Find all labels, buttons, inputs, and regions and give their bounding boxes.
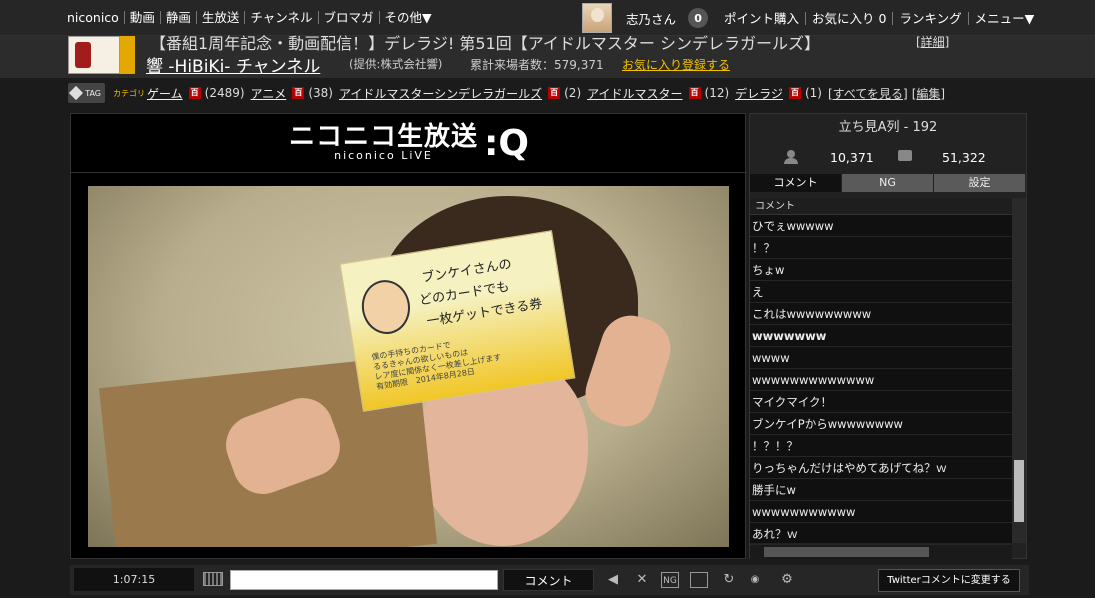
- comment-row[interactable]: りっちゃんだけはやめてあげてね？ｗ: [750, 457, 1012, 479]
- avatar[interactable]: [582, 3, 612, 33]
- card-portrait: [358, 276, 414, 338]
- comment-row[interactable]: あれ？ｗ: [750, 523, 1012, 545]
- settings-gear-icon[interactable]: ⚙: [778, 572, 796, 588]
- nav-links: niconico 動画 静画 生放送 チャンネル ブロマガ その他▼: [0, 11, 437, 24]
- comment-hscrollbar[interactable]: [750, 545, 1012, 559]
- comment-list[interactable]: コメント ひでぇwwwww ！？ ちょw え これはwwwwwwwww wwww…: [750, 198, 1026, 545]
- tag-link[interactable]: アイドルマスターシンデレラガールズ: [339, 85, 542, 102]
- dictionary-icon[interactable]: 百: [788, 87, 801, 99]
- comment-row[interactable]: wwwwwwwwwwwww: [750, 369, 1012, 391]
- tab-ng[interactable]: NG: [842, 174, 934, 192]
- user-name[interactable]: 志乃さん: [626, 9, 676, 28]
- comment-row[interactable]: これはwwwwwwwww: [750, 303, 1012, 325]
- comment-row[interactable]: ひでぇwwwww: [750, 215, 1012, 237]
- logo-q-text: :Q: [484, 122, 529, 164]
- favorites-link[interactable]: お気に入り 0: [805, 11, 892, 25]
- provider-text: (提供:株式会社響): [349, 57, 443, 71]
- buy-points-link[interactable]: ポイント購入: [718, 12, 805, 25]
- show-all-tags-link[interactable]: [すべてを見る]: [828, 85, 908, 102]
- comment-panel: 立ち見A列 - 192 10,371 51,322 コメント NG 設定 コメン…: [749, 113, 1027, 559]
- nav-niconico[interactable]: niconico: [62, 11, 125, 24]
- add-favorite-link[interactable]: お気に入り登録する: [622, 56, 730, 73]
- viewer-icon: [784, 150, 798, 164]
- keyboard-icon[interactable]: [203, 572, 223, 586]
- video-player[interactable]: ニコニコ生放送 niconico LiVE :Q ブンケイさんの どのカードでも…: [70, 113, 747, 559]
- tag-count: (2489): [204, 86, 245, 100]
- comment-count: 51,322: [942, 150, 986, 165]
- viewer-count: 10,371: [830, 150, 874, 165]
- comment-icon: [898, 150, 912, 161]
- elapsed-time: 1:07:15: [74, 568, 194, 591]
- dictionary-icon[interactable]: 百: [688, 87, 701, 99]
- nav-others[interactable]: その他▼: [380, 11, 437, 24]
- nav-blomaga[interactable]: ブロマガ: [319, 11, 380, 24]
- comment-row[interactable]: え: [750, 281, 1012, 303]
- scrollbar-thumb[interactable]: [1014, 460, 1024, 522]
- comment-row[interactable]: ちょw: [750, 259, 1012, 281]
- channel-logo[interactable]: [68, 36, 120, 74]
- point-badge: 0: [688, 8, 709, 28]
- comment-row[interactable]: wwww: [750, 347, 1012, 369]
- app-icon[interactable]: ◉: [746, 572, 764, 588]
- room-name: 立ち見A列 - 192: [838, 120, 938, 135]
- channel-name-link[interactable]: 響 -HiBiKi- チャンネル: [146, 52, 320, 77]
- twitter-comment-button[interactable]: Twitterコメントに変更する: [878, 569, 1020, 592]
- tag-count: (12): [704, 86, 730, 100]
- tag-icon: TAG: [68, 83, 105, 103]
- logo-main-text: ニコニコ生放送: [288, 121, 478, 152]
- tag-count: (1): [804, 86, 822, 100]
- tab-comment[interactable]: コメント: [750, 174, 842, 192]
- category-label: カテゴリ: [113, 88, 145, 98]
- visitor-count: 累計来場者数：579,371: [470, 58, 604, 72]
- tag-link[interactable]: デレラジ: [735, 85, 783, 102]
- tag-link[interactable]: ゲーム: [147, 85, 183, 102]
- tag-count: (2): [564, 86, 582, 100]
- dictionary-icon[interactable]: 百: [292, 87, 305, 99]
- nav-video[interactable]: 動画: [125, 11, 161, 24]
- comment-row[interactable]: wwwwwwwwwww: [750, 501, 1012, 523]
- comment-row[interactable]: マイクマイク！: [750, 391, 1012, 413]
- menu-dropdown[interactable]: メニュー▼: [967, 11, 1041, 25]
- comment-scrollbar[interactable]: [1012, 198, 1026, 543]
- tab-settings[interactable]: 設定: [934, 174, 1026, 192]
- comment-submit-button[interactable]: コメント: [503, 569, 594, 591]
- program-title: 【番組1周年記念・動画配信！】デレラジ! 第51回【アイドルマスター シンデレラ…: [150, 34, 821, 53]
- reload-icon[interactable]: ↻: [720, 572, 738, 588]
- panel-tabs: コメント NG 設定: [750, 174, 1026, 192]
- video-frame[interactable]: ブンケイさんの どのカードでも 一枚ゲットできる券 僕の手持ちのカードで るるき…: [88, 186, 729, 547]
- card-fine-print: 僕の手持ちのカードで るるきゃんの欲しいものは レア度に関係なく一枚差し上げます…: [371, 333, 504, 393]
- tag-count: (38): [308, 86, 333, 100]
- comment-input[interactable]: [230, 570, 498, 590]
- ranking-link[interactable]: ランキング: [892, 11, 967, 25]
- edit-tags-link[interactable]: [編集]: [912, 85, 945, 102]
- niconico-live-logo: ニコニコ生放送 niconico LiVE :Q: [71, 114, 747, 173]
- comment-row[interactable]: 勝手にw: [750, 479, 1012, 501]
- hscrollbar-thumb[interactable]: [764, 547, 929, 557]
- tag-bar: TAG カテゴリ ゲーム 百 (2489) アニメ 百 (38) アイドルマスタ…: [68, 83, 949, 103]
- dictionary-icon[interactable]: 百: [548, 87, 561, 99]
- nav-channel[interactable]: チャンネル: [245, 11, 319, 24]
- channel-label-icon: [120, 36, 135, 74]
- comment-row[interactable]: wwwwwww: [750, 325, 1012, 347]
- screen-size-icon[interactable]: [690, 572, 708, 588]
- tag-link[interactable]: アニメ: [251, 85, 287, 102]
- nav-live[interactable]: 生放送: [197, 11, 246, 24]
- tag-link[interactable]: アイドルマスター: [587, 85, 682, 102]
- nav-seiga[interactable]: 静画: [161, 11, 197, 24]
- comment-row[interactable]: ブンケイPからwwwwwwww: [750, 413, 1012, 435]
- dictionary-icon[interactable]: 百: [188, 87, 201, 99]
- mute-icon[interactable]: ✕: [633, 572, 651, 588]
- ng-icon[interactable]: NG: [661, 572, 679, 588]
- comment-row[interactable]: ！？: [750, 237, 1012, 259]
- comment-row[interactable]: ！？！？: [750, 435, 1012, 457]
- detail-link[interactable]: [詳細]: [916, 33, 949, 50]
- comment-list-header[interactable]: コメント: [750, 198, 1012, 215]
- volume-icon[interactable]: ◀: [604, 572, 622, 588]
